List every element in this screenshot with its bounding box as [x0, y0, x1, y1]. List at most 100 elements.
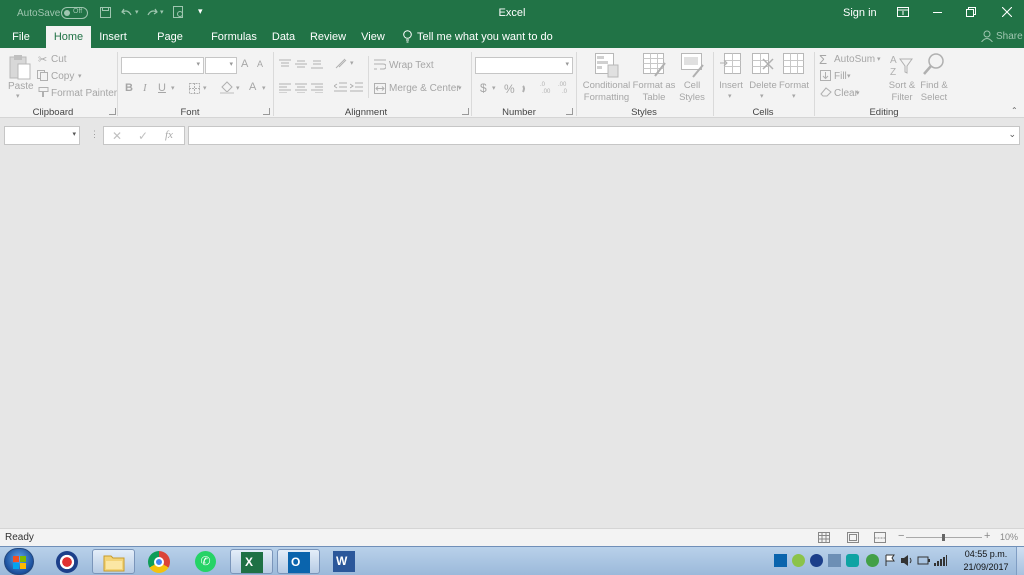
zoom-level[interactable]: 10% — [1000, 532, 1018, 542]
number-format-dropdown[interactable]: ▾ — [475, 57, 573, 74]
print-preview-icon[interactable] — [173, 6, 185, 19]
taskbar-outlook[interactable]: O — [277, 549, 320, 574]
autosave-toggle[interactable]: Off — [61, 7, 88, 19]
fill-color-icon[interactable] — [220, 81, 234, 94]
find-select-label-2[interactable]: Select — [917, 92, 951, 104]
tray-outlook-icon[interactable] — [774, 554, 787, 567]
tab-page-layout[interactable]: Page Layout — [140, 26, 200, 65]
share-button[interactable]: Share — [996, 31, 1023, 42]
tab-insert[interactable]: Insert — [97, 26, 129, 48]
autosum-label[interactable]: AutoSum — [834, 54, 875, 65]
show-desktop-button[interactable] — [1016, 547, 1024, 575]
fill-down-icon[interactable] — [820, 70, 831, 81]
sign-in-link[interactable]: Sign in — [843, 7, 877, 19]
zoom-in-icon[interactable]: + — [984, 530, 990, 542]
taskbar-excel[interactable]: X — [230, 549, 273, 574]
sort-filter-icon[interactable]: AZ — [890, 53, 914, 78]
currency-button[interactable]: $ — [480, 81, 487, 95]
autosum-icon[interactable]: Σ — [819, 52, 827, 67]
collapse-ribbon-icon[interactable]: ⌃ — [1011, 106, 1018, 115]
font-size-dropdown[interactable]: ▾ — [205, 57, 237, 74]
format-painter-icon[interactable] — [37, 87, 49, 98]
insert-dropdown-icon[interactable]: ▾ — [728, 92, 732, 100]
tab-file[interactable]: File — [6, 26, 36, 48]
font-name-dropdown[interactable]: ▾ — [121, 57, 204, 74]
decrease-indent-icon[interactable] — [334, 82, 347, 93]
tab-view[interactable]: View — [358, 26, 388, 48]
clear-label[interactable]: Clear — [834, 88, 858, 99]
wrap-text-label[interactable]: Wrap Text — [389, 60, 434, 71]
clipboard-launcher-icon[interactable] — [109, 108, 116, 115]
increase-indent-icon[interactable] — [350, 82, 363, 93]
page-break-view-icon[interactable] — [874, 532, 886, 543]
font-color-dropdown-icon[interactable]: ▾ — [262, 84, 266, 92]
copy-icon[interactable] — [37, 70, 49, 81]
autosum-dropdown-icon[interactable]: ▾ — [877, 55, 881, 63]
percent-button[interactable]: % — [504, 82, 515, 96]
undo-dropdown-icon[interactable]: ▾ — [135, 8, 139, 16]
save-icon[interactable] — [100, 7, 111, 18]
redo-dropdown-icon[interactable]: ▾ — [160, 8, 164, 16]
confirm-entry-icon[interactable]: ✓ — [138, 129, 148, 143]
tray-network-drive-icon[interactable] — [828, 554, 841, 567]
orientation-icon[interactable] — [335, 57, 349, 69]
network-icon[interactable] — [934, 554, 947, 567]
format-cells-label[interactable]: Format — [778, 80, 810, 92]
tell-me-search[interactable]: Tell me what you want to do — [417, 31, 553, 43]
delete-cells-label[interactable]: Delete — [747, 80, 779, 92]
font-launcher-icon[interactable] — [263, 108, 270, 115]
sort-filter-label-2[interactable]: Filter — [884, 92, 920, 104]
format-as-table-label-1[interactable]: Format as — [630, 80, 678, 92]
tab-data[interactable]: Data — [268, 26, 299, 48]
tab-review[interactable]: Review — [308, 26, 348, 48]
number-launcher-icon[interactable] — [566, 108, 573, 115]
font-color-icon[interactable]: A — [249, 81, 256, 93]
volume-icon[interactable] — [900, 554, 913, 567]
grow-font-icon[interactable]: A — [241, 58, 248, 70]
top-align-icon[interactable] — [279, 59, 291, 69]
start-button[interactable] — [4, 548, 34, 575]
copy-dropdown-icon[interactable]: ▾ — [78, 72, 82, 80]
delete-cells-icon[interactable] — [752, 53, 774, 78]
format-as-table-label-2[interactable]: Table — [630, 92, 678, 104]
orientation-dropdown-icon[interactable]: ▾ — [350, 59, 354, 67]
formula-input[interactable]: ⌄ — [188, 126, 1020, 145]
cut-label[interactable]: Cut — [51, 54, 67, 65]
insert-cells-icon[interactable] — [720, 53, 742, 78]
conditional-formatting-label-1[interactable]: Conditional — [578, 80, 635, 92]
clock-date[interactable]: 21/09/2017 — [956, 562, 1016, 572]
cancel-entry-icon[interactable]: ✕ — [112, 129, 122, 143]
bold-button[interactable]: B — [125, 82, 133, 94]
redo-icon[interactable] — [147, 7, 158, 17]
page-layout-view-icon[interactable] — [847, 532, 859, 543]
taskbar-whatsapp[interactable]: ✆ — [184, 549, 227, 574]
clock-time[interactable]: 04:55 p.m. — [956, 549, 1016, 559]
format-as-table-icon[interactable] — [643, 53, 667, 78]
paste-label[interactable]: Paste — [8, 81, 34, 92]
italic-button[interactable]: I — [143, 82, 147, 94]
action-center-flag-icon[interactable] — [884, 554, 897, 567]
cell-styles-label-1[interactable]: Cell — [676, 80, 708, 92]
decrease-decimal-icon[interactable]: .00.0 — [558, 80, 572, 94]
taskbar-word[interactable]: W — [323, 549, 366, 574]
underline-dropdown-icon[interactable]: ▾ — [171, 84, 175, 92]
copy-label[interactable]: Copy — [51, 71, 74, 82]
tray-green-icon[interactable] — [792, 554, 805, 567]
taskbar-chrome[interactable] — [138, 549, 181, 574]
tray-shield-icon[interactable] — [810, 554, 823, 567]
wrap-text-icon[interactable] — [374, 59, 386, 70]
find-select-icon[interactable] — [923, 53, 945, 78]
zoom-out-icon[interactable]: − — [898, 530, 904, 542]
align-left-icon[interactable] — [279, 83, 291, 93]
format-painter-label[interactable]: Format Painter — [51, 88, 117, 99]
conditional-formatting-label-2[interactable]: Formatting — [578, 92, 635, 104]
restore-icon[interactable] — [966, 7, 977, 17]
cell-styles-icon[interactable] — [681, 53, 705, 78]
bottom-align-icon[interactable] — [311, 59, 323, 69]
tray-status-icon[interactable] — [866, 554, 879, 567]
fill-label[interactable]: Fill — [834, 71, 847, 82]
align-center-icon[interactable] — [295, 83, 307, 93]
tab-formulas[interactable]: Formulas — [210, 26, 258, 48]
borders-dropdown-icon[interactable]: ▾ — [203, 84, 207, 92]
taskbar-browser-app[interactable] — [46, 549, 89, 574]
